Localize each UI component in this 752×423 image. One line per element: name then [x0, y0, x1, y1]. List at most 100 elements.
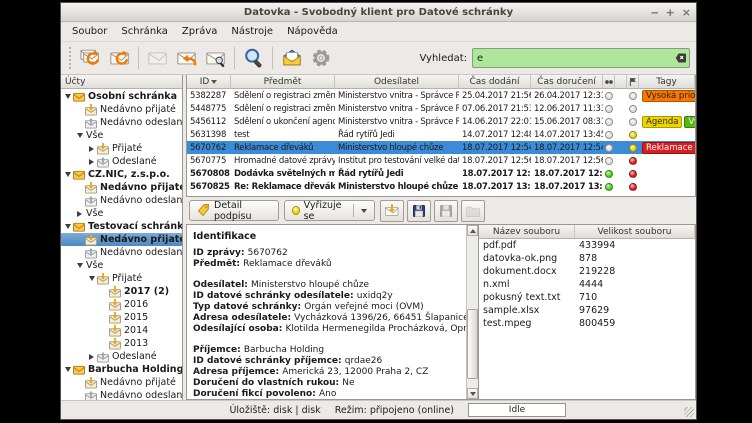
status-circle-icon — [292, 206, 300, 215]
menu-schr-nka[interactable]: Schránka — [114, 24, 175, 39]
sidebar-item-ned-vno-p-ijat[interactable]: Nedávno přijaté — [61, 103, 182, 116]
expander-closed-icon[interactable] — [87, 146, 96, 152]
save-all-attachments-button — [434, 200, 458, 222]
open-attachment-button[interactable] — [380, 200, 404, 222]
expander-open-icon[interactable] — [75, 133, 84, 138]
reply-message-button[interactable] — [173, 45, 200, 72]
sidebar-item-odeslan[interactable]: Odeslané — [61, 350, 182, 363]
sidebar-item-barbucha-holding-a-s[interactable]: Barbucha Holding, a.s. — [61, 363, 182, 376]
detail-field: ID datové schránky odesílatele: uxidq2y — [193, 291, 464, 302]
save-attachment-button[interactable] — [407, 200, 431, 222]
column-header-as-doru-en[interactable]: Čas doručení — [531, 75, 603, 89]
menu-soubor[interactable]: Soubor — [65, 24, 114, 39]
search-input[interactable] — [472, 48, 690, 68]
outbox-icon — [84, 116, 98, 129]
inbox-icon — [84, 233, 98, 246]
message-id: 5448775 — [187, 102, 231, 115]
sidebar-item-ned-vno-odeslan[interactable]: Nedávno odeslané — [61, 194, 182, 207]
menu-n-pov-da[interactable]: Nápověda — [280, 24, 345, 39]
sidebar-item-v-e[interactable]: Vše — [61, 207, 182, 220]
detail-scrollbar[interactable] — [466, 225, 478, 399]
scrollbar-thumb[interactable] — [467, 309, 478, 379]
attachment-name[interactable]: pdf.pdf — [479, 239, 575, 252]
expander-open-icon[interactable] — [63, 94, 72, 99]
detail-heading: Identifikace — [193, 231, 464, 242]
sidebar-item-2017-2[interactable]: 2017 (2) — [61, 285, 182, 298]
expander-closed-icon[interactable] — [75, 211, 84, 217]
attachment-name[interactable]: sample.xlsx — [479, 304, 575, 317]
attachment-name[interactable]: n.xml — [479, 278, 575, 291]
sidebar-item-ned-vno-odeslan[interactable]: Nedávno odeslané — [61, 389, 182, 400]
sidebar-item-2016[interactable]: 2016 — [61, 298, 182, 311]
sidebar-item-2013[interactable]: 2013 — [61, 337, 182, 350]
expander-open-icon[interactable] — [87, 276, 96, 281]
sidebar-item-label: Barbucha Holding, a.s. — [86, 364, 182, 375]
scroll-down-icon[interactable] — [467, 388, 478, 399]
clear-search-icon[interactable] — [675, 52, 687, 64]
inbox-icon — [84, 181, 98, 194]
maximize-button[interactable]: + — [666, 3, 675, 22]
message-status-dropdown[interactable]: Vyřizuje se — [284, 200, 375, 221]
create-message-icon — [147, 47, 169, 69]
tag-label-icon — [197, 203, 210, 219]
expander-open-icon[interactable] — [63, 172, 72, 177]
column-header-id[interactable]: ID — [187, 75, 231, 89]
attachment-name[interactable]: dokument.docx — [479, 265, 575, 278]
column-header-velikost-souboru[interactable]: Velikost souboru — [575, 225, 695, 239]
resize-grip[interactable] — [684, 407, 694, 417]
search-messages-button[interactable] — [240, 45, 267, 72]
column-header-attachment[interactable] — [615, 75, 627, 89]
title-bar[interactable]: Datovka - Svobodný klient pro Datové sch… — [61, 3, 696, 22]
download-messages-button[interactable] — [106, 45, 133, 72]
column-header-tags[interactable]: Tagy — [639, 75, 695, 89]
column-header-p-edm-t[interactable]: Předmět — [231, 75, 335, 89]
expander-closed-icon[interactable] — [87, 354, 96, 360]
verify-message-button[interactable] — [202, 45, 229, 72]
sidebar-item-v-e[interactable]: Vše — [61, 259, 182, 272]
close-button[interactable]: × — [682, 3, 691, 22]
attachment-cell — [615, 115, 627, 128]
expander-open-icon[interactable] — [75, 263, 84, 268]
expander-open-icon[interactable] — [63, 367, 72, 372]
message-subject: Re: Reklamace dřeváků — [231, 180, 335, 193]
column-header-odes-latel[interactable]: Odesílatel — [335, 75, 459, 89]
toolbar-separator — [272, 47, 273, 69]
sidebar-item-osobn-schr-nka[interactable]: Osobní schránka — [61, 90, 182, 103]
account-icon — [72, 90, 86, 103]
column-header-read-receipt[interactable] — [603, 75, 615, 89]
menu-zpr-va[interactable]: Zpráva — [175, 24, 224, 39]
sidebar-item-v-e[interactable]: Vše — [61, 129, 182, 142]
sidebar-item-2014[interactable]: 2014 — [61, 324, 182, 337]
sidebar-item-testovac-schr-nka[interactable]: Testovací schránka — [61, 220, 182, 233]
expander-open-icon[interactable] — [63, 224, 72, 229]
scroll-up-icon[interactable] — [467, 225, 478, 236]
sidebar-item-2015[interactable]: 2015 — [61, 311, 182, 324]
sidebar-item-odeslan[interactable]: Odeslané — [61, 155, 182, 168]
menu-bar: SouborSchránkaZprávaNástrojeNápověda — [61, 22, 696, 42]
sidebar-item-ned-vno-p-ijat-4[interactable]: Nedávno přijaté (4) — [61, 181, 182, 194]
detail-group: ID zprávy: 5670762Předmět: Reklamace dře… — [193, 248, 464, 270]
attachment-name[interactable]: test.mpeg — [479, 317, 575, 330]
sidebar-item-cz-nic-z-s-p-o[interactable]: CZ.NIC, z.s.p.o. — [61, 168, 182, 181]
expander-closed-icon[interactable] — [87, 159, 96, 165]
attachment-name[interactable]: pokusný text.txt — [479, 291, 575, 304]
sidebar-item-ned-vno-p-ijat-2[interactable]: Nedávno přijaté (2) — [61, 233, 182, 246]
column-header-as-dod-n[interactable]: Čas dodání — [459, 75, 531, 89]
menu-n-stroje[interactable]: Nástroje — [224, 24, 280, 39]
settings-gear-button[interactable] — [307, 45, 334, 72]
attachment-size: 219228 — [575, 265, 695, 278]
toolbar-drag-handle-icon[interactable] — [67, 47, 72, 69]
sidebar-item-ned-vno-odeslan[interactable]: Nedávno odeslané — [61, 246, 182, 259]
message-contents-button[interactable] — [278, 45, 305, 72]
sidebar-item-label: Nedávno odeslané — [98, 117, 182, 128]
sidebar-item-ned-vno-odeslan[interactable]: Nedávno odeslané — [61, 116, 182, 129]
attachment-name[interactable]: datovka-ok.png — [479, 252, 575, 265]
column-header-n-zev-souboru[interactable]: Název souboru — [479, 225, 575, 239]
sidebar-item-p-ijat[interactable]: Přijaté — [61, 142, 182, 155]
sidebar-item-ned-vno-p-ijat[interactable]: Nedávno přijaté — [61, 376, 182, 389]
sidebar-item-p-ijat[interactable]: Přijaté — [61, 272, 182, 285]
signature-detail-button[interactable]: Detail podpisu — [189, 200, 279, 221]
minimize-button[interactable]: ‒ — [651, 3, 659, 22]
column-header-flag[interactable] — [627, 75, 639, 89]
sync-all-accounts-button[interactable] — [77, 45, 104, 72]
